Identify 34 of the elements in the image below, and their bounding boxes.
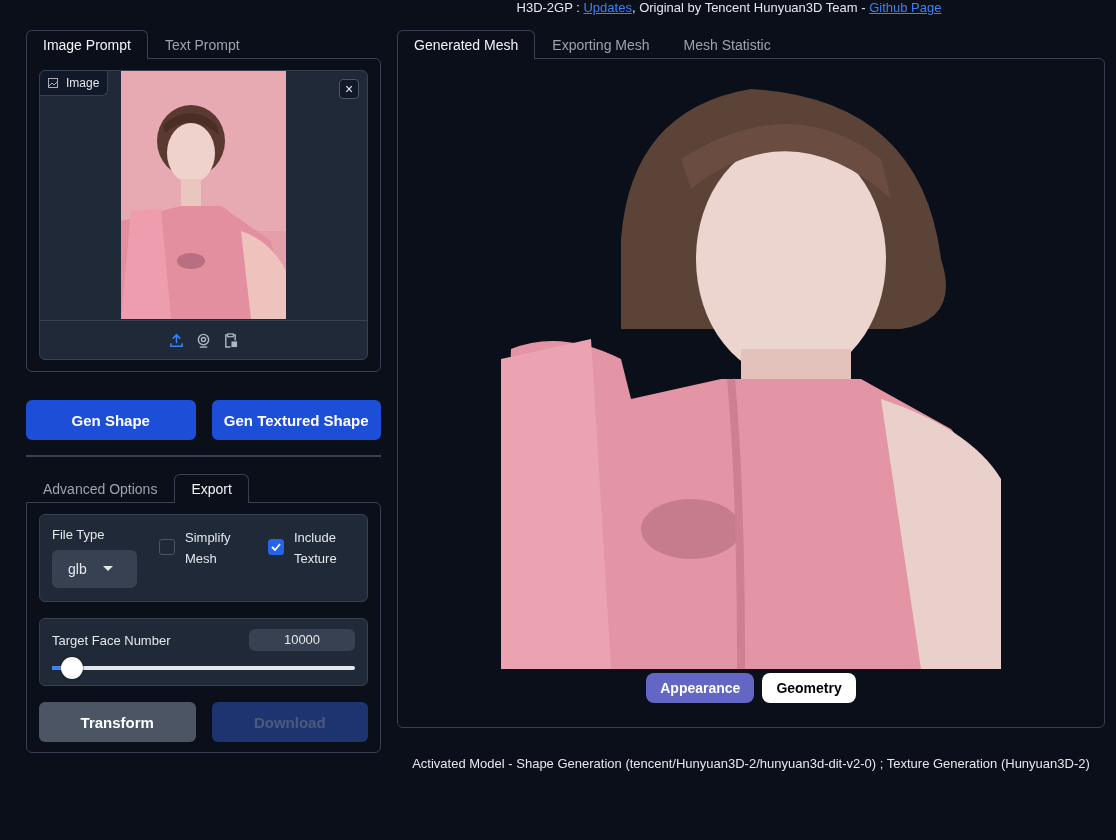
model-info-text: Activated Model - Shape Generation (tencent/Hunyuan3D-2/hunyuan3d-dit-v2-0) ; Texture Generation (Hunyuan3D-2) xyxy=(411,756,1091,771)
prompt-tab[interactable]: Image Prompt xyxy=(26,30,148,59)
close-button[interactable]: × xyxy=(339,79,359,99)
view-mode-button[interactable]: Appearance xyxy=(646,673,755,703)
check-icon xyxy=(271,543,281,551)
checkbox-label: Include Texture xyxy=(294,529,338,568)
view-tab[interactable]: Mesh Statistic xyxy=(666,30,788,59)
file-type-dropdown[interactable]: glb xyxy=(52,550,137,588)
checkbox[interactable] xyxy=(159,539,175,555)
transform-button[interactable]: Transform xyxy=(39,702,196,742)
view-tab[interactable]: Exporting Mesh xyxy=(535,30,667,59)
checkbox[interactable] xyxy=(268,539,284,555)
number-field[interactable]: 10000 xyxy=(249,629,355,651)
generate-button[interactable]: Gen Textured Shape xyxy=(211,400,381,440)
slider-thumb[interactable] xyxy=(61,657,84,679)
view-tab[interactable]: Generated Mesh xyxy=(397,30,536,59)
prompt-tab[interactable]: Text Prompt xyxy=(147,30,257,59)
image-label-text: Image xyxy=(66,76,100,90)
target-face-label: Target Face Number xyxy=(52,632,171,648)
webcam-icon[interactable] xyxy=(196,332,211,348)
caret-icon xyxy=(102,566,113,572)
header-link[interactable]: Github Page xyxy=(869,0,942,15)
view-mode-button[interactable]: Geometry xyxy=(762,673,856,703)
upload-icon[interactable] xyxy=(169,332,184,348)
header-text: H3D-2GP : Updates, Original by Tencent Hunyuan3D Team - Github Page xyxy=(515,0,943,15)
generate-button[interactable]: Gen Shape xyxy=(26,400,196,440)
options-tab[interactable]: Export xyxy=(174,474,249,503)
checkbox-label: Simplify Mesh xyxy=(185,529,232,568)
file-type-label: File Type xyxy=(52,527,106,542)
image-icon xyxy=(48,78,58,88)
header-link[interactable]: Updates xyxy=(583,0,632,15)
options-tab[interactable]: Advanced Options xyxy=(26,474,175,503)
slider-track[interactable] xyxy=(52,657,355,679)
clipboard-icon[interactable] xyxy=(223,332,238,348)
